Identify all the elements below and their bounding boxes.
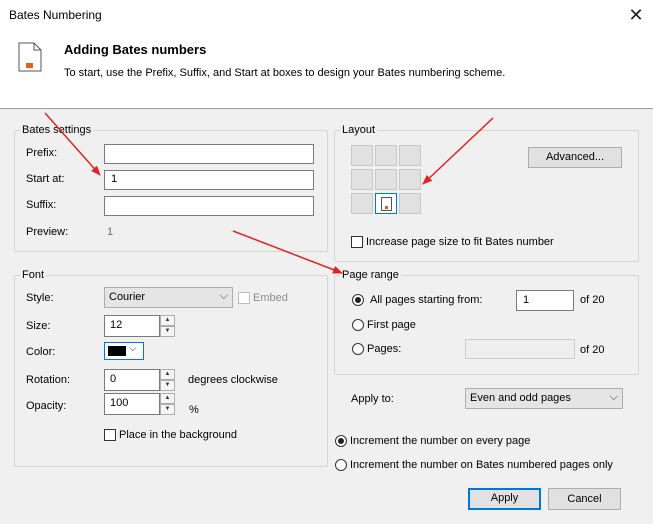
- annotation-arrow-page-range: [232, 230, 343, 274]
- annotation-arrow-start-at: [44, 112, 101, 176]
- annotation-arrows: [44, 112, 494, 274]
- annotation-arrow-layout: [422, 117, 494, 185]
